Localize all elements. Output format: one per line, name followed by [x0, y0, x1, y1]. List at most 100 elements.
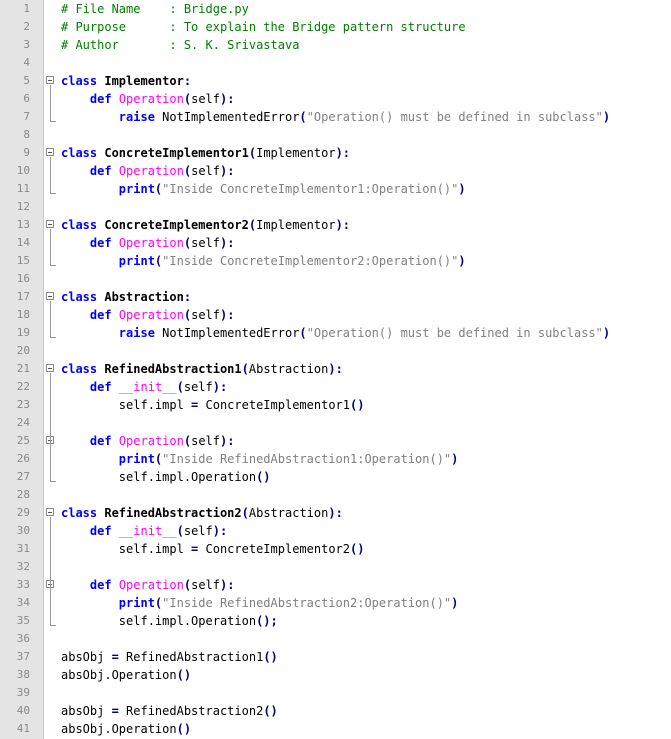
line-number: 3	[23, 38, 30, 51]
code-line[interactable]: 14 def Operation(self):	[0, 234, 671, 252]
line-number: 16	[16, 272, 30, 285]
token-kw: def	[89, 380, 112, 394]
code-line[interactable]: 17 class Abstraction:	[0, 288, 671, 306]
token-op: (	[183, 92, 192, 106]
code-line[interactable]: 2 # Purpose : To explain the Bridge patte…	[0, 18, 671, 36]
code-line[interactable]: 38 absObj.Operation()	[0, 666, 671, 684]
token-op: )	[602, 326, 611, 340]
code-line[interactable]: 10 def Operation(self):	[0, 162, 671, 180]
token-op: =	[111, 650, 119, 664]
code-line[interactable]: 6 def Operation(self):	[0, 90, 671, 108]
fold-guide	[50, 229, 51, 265]
token-comment: # Author : S. K. Srivastava	[61, 38, 300, 52]
code-line[interactable]: 24	[0, 414, 671, 432]
code-line[interactable]: 32	[0, 558, 671, 576]
code-line[interactable]: 21 class RefinedAbstraction1(Abstraction)…	[0, 360, 671, 378]
code-text: def Operation(self):	[61, 432, 235, 450]
code-line[interactable]: 19 raise NotImplementedError("Operation(…	[0, 324, 671, 342]
token-op: (	[248, 218, 257, 232]
fold-guide	[50, 517, 51, 625]
token-op: (	[183, 164, 192, 178]
code-line[interactable]: 23 self.impl = ConcreteImplementor1()	[0, 396, 671, 414]
code-line[interactable]: 26 print("Inside RefinedAbstraction1:Ope…	[0, 450, 671, 468]
token-str: "Inside ConcreteImplementor1:Operation()…	[162, 182, 459, 196]
code-line[interactable]: 4	[0, 54, 671, 72]
code-text: self.impl.Operation()	[61, 468, 271, 486]
line-number: 6	[23, 92, 30, 105]
code-line[interactable]: 33 def Operation(self):	[0, 576, 671, 594]
line-number: 33	[16, 578, 30, 591]
line-number: 12	[16, 200, 30, 213]
code-text: def __init__(self):	[61, 378, 227, 396]
code-line[interactable]: 1 # File Name : Bridge.py	[0, 0, 671, 18]
line-number: 20	[16, 344, 30, 357]
code-line[interactable]: 31 self.impl = ConcreteImplementor2()	[0, 540, 671, 558]
token-cls: ConcreteImplementor2	[104, 218, 249, 232]
code-line[interactable]: 9 class ConcreteImplementor1(Implementor)…	[0, 144, 671, 162]
code-text: # Author : S. K. Srivastava	[61, 36, 299, 54]
code-line[interactable]: 36	[0, 630, 671, 648]
code-line[interactable]: 29 class RefinedAbstraction2(Abstraction)…	[0, 504, 671, 522]
line-number: 38	[16, 668, 30, 681]
code-text: raise NotImplementedError("Operation() m…	[61, 324, 610, 342]
token-kw: def	[89, 92, 112, 106]
code-line[interactable]: 11 print("Inside ConcreteImplementor1:Op…	[0, 180, 671, 198]
code-line[interactable]: 37 absObj = RefinedAbstraction1()	[0, 648, 671, 666]
code-line[interactable]: 39	[0, 684, 671, 702]
code-line[interactable]: 18 def Operation(self):	[0, 306, 671, 324]
fold-toggle-icon[interactable]	[46, 148, 54, 156]
token-cls: Abstraction	[104, 290, 184, 304]
code-text: def Operation(self):	[61, 162, 235, 180]
token-op: )	[458, 254, 466, 268]
fold-toggle-icon[interactable]	[46, 292, 54, 300]
code-line[interactable]: 34 print("Inside RefinedAbstraction2:Ope…	[0, 594, 671, 612]
code-text: print("Inside ConcreteImplementor2:Opera…	[61, 252, 466, 270]
fold-toggle-icon[interactable]	[46, 364, 54, 372]
fold-toggle-icon[interactable]	[46, 76, 54, 84]
code-line[interactable]: 30 def __init__(self):	[0, 522, 671, 540]
code-line[interactable]: 3 # Author : S. K. Srivastava	[0, 36, 671, 54]
fold-toggle-icon[interactable]	[46, 220, 54, 228]
token-kw: class	[61, 74, 98, 88]
token-txt: self.impl.Operation	[61, 470, 257, 484]
code-line[interactable]: 8	[0, 126, 671, 144]
line-number: 26	[16, 452, 30, 465]
token-fn: Operation	[118, 308, 184, 322]
code-editor[interactable]: 1 # File Name : Bridge.py 2 # Purpose : To …	[0, 0, 671, 739]
code-line[interactable]: 20	[0, 342, 671, 360]
line-number: 14	[16, 236, 30, 249]
token-op: :	[183, 74, 192, 88]
code-line[interactable]: 27 self.impl.Operation()	[0, 468, 671, 486]
code-line[interactable]: 16	[0, 270, 671, 288]
code-line[interactable]: 5 class Implementor:	[0, 72, 671, 90]
token-txt: absObj	[61, 650, 112, 664]
line-number: 27	[16, 470, 30, 483]
fold-guide-end	[50, 337, 56, 338]
token-txt: ConcreteImplementor2	[198, 542, 351, 556]
code-line[interactable]: 25 def Operation(self):	[0, 432, 671, 450]
token-op: ):	[328, 506, 343, 520]
line-number: 10	[16, 164, 30, 177]
code-line[interactable]: 13 class ConcreteImplementor2(Implementor…	[0, 216, 671, 234]
code-line[interactable]: 28	[0, 486, 671, 504]
token-str: "Operation() must be defined in subclass…	[306, 326, 603, 340]
fold-toggle-icon[interactable]	[46, 508, 54, 516]
token-txt: absObj.Operation	[61, 668, 177, 682]
code-line[interactable]: 35 self.impl.Operation();	[0, 612, 671, 630]
token-txt: ConcreteImplementor1	[198, 398, 351, 412]
code-line[interactable]: 15 print("Inside ConcreteImplementor2:Op…	[0, 252, 671, 270]
line-number: 18	[16, 308, 30, 321]
fold-guide-end	[50, 625, 56, 626]
code-line[interactable]: 12	[0, 198, 671, 216]
token-op: ):	[212, 524, 228, 538]
code-line[interactable]: 40 absObj = RefinedAbstraction2()	[0, 702, 671, 720]
code-line[interactable]: 7 raise NotImplementedError("Operation()…	[0, 108, 671, 126]
code-line[interactable]: 41 absObj.Operation()	[0, 720, 671, 738]
code-line[interactable]: 22 def __init__(self):	[0, 378, 671, 396]
fold-guide	[50, 373, 51, 481]
fold-guide-end	[50, 481, 56, 482]
token-txt: RefinedAbstraction2	[118, 704, 264, 718]
